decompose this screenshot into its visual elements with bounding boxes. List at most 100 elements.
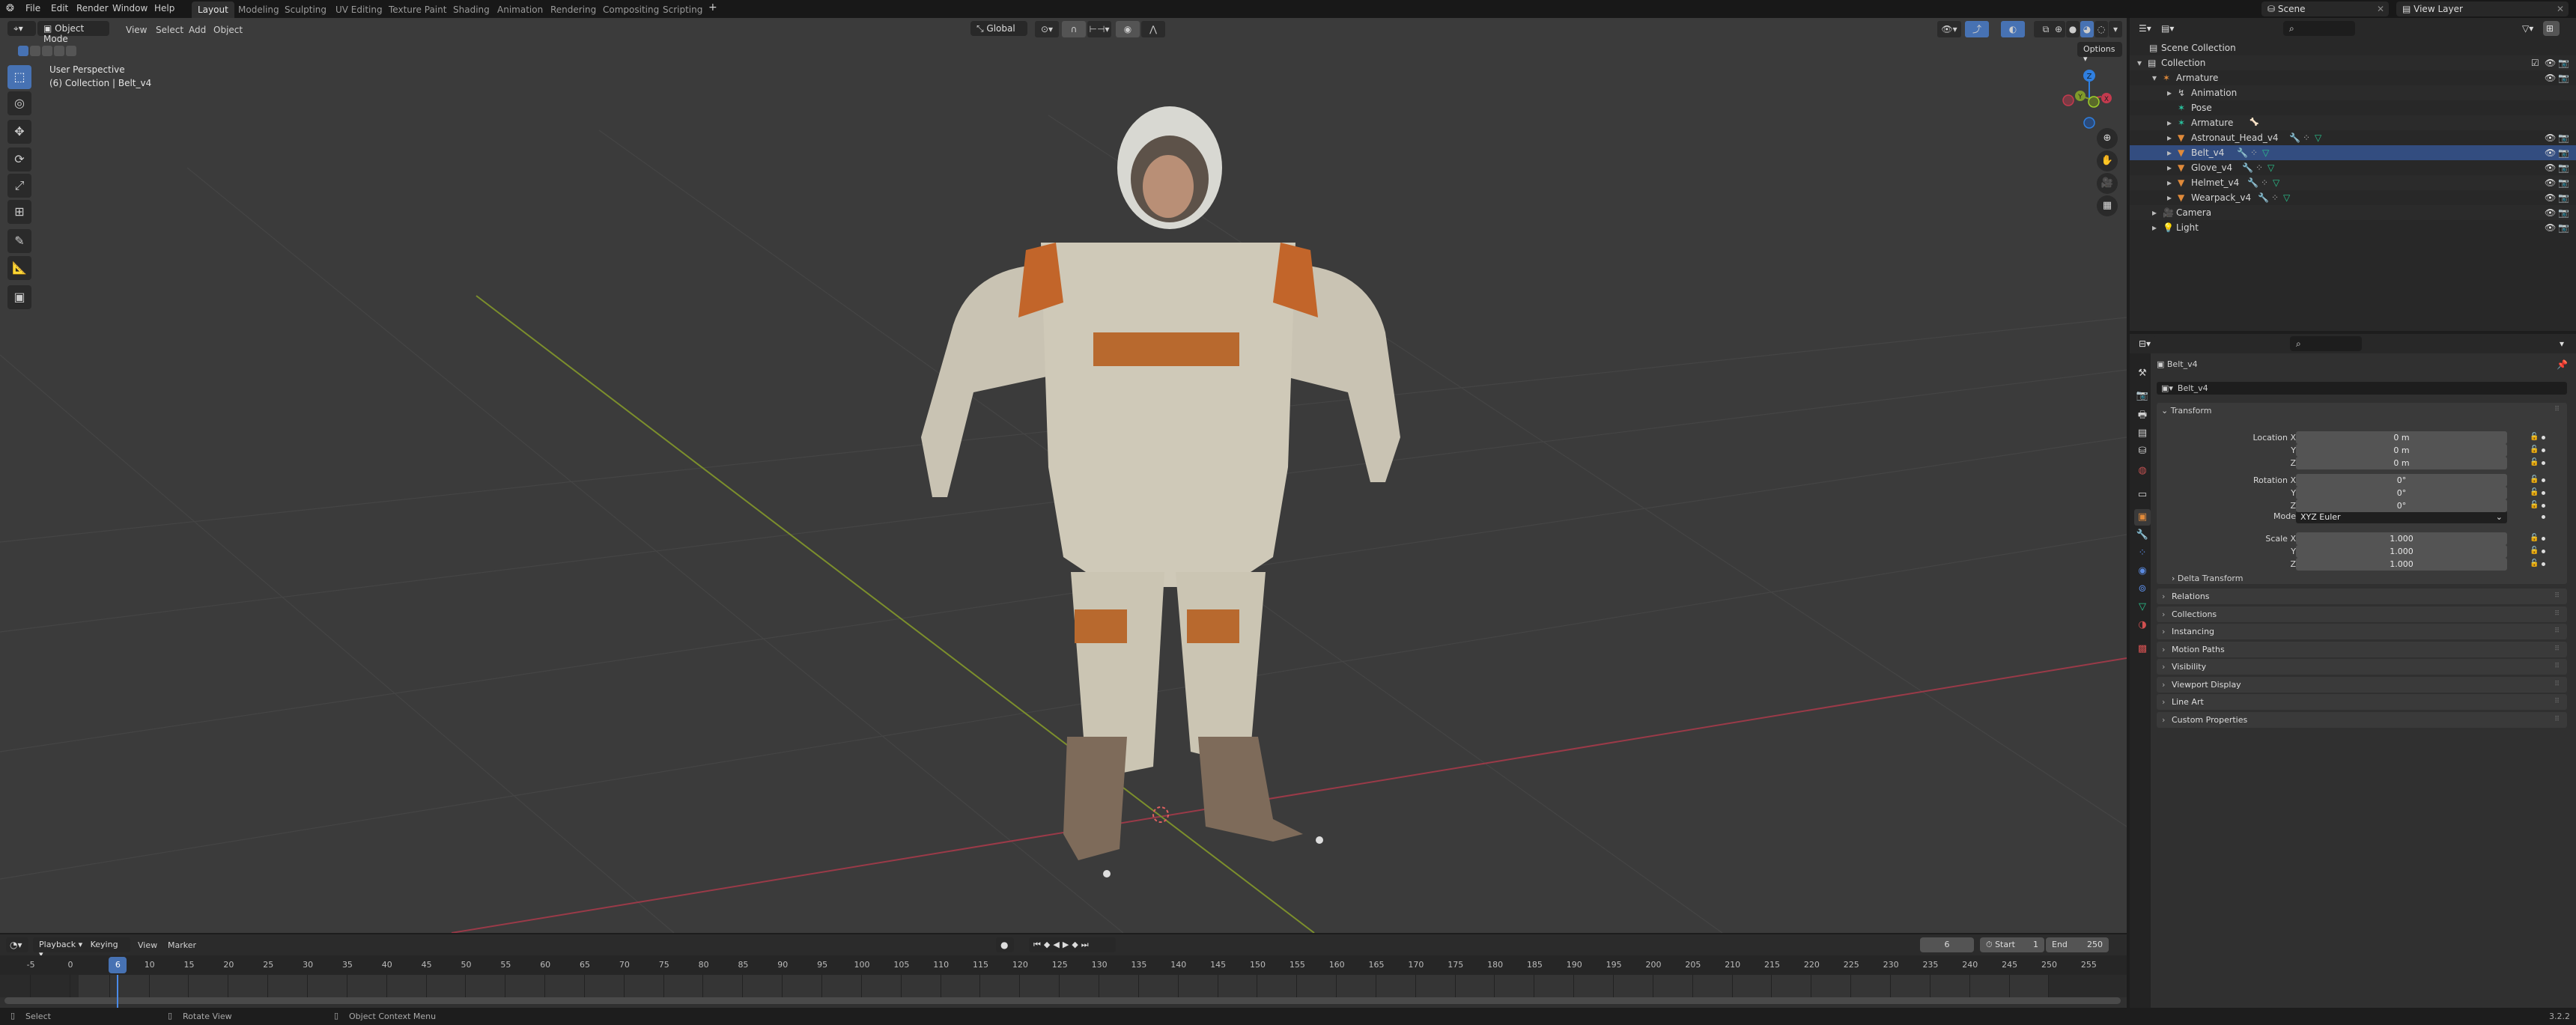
outliner-row[interactable]: ▸ 💡 Light 👁 📷: [2130, 220, 2576, 235]
keyframe-dot[interactable]: [2542, 504, 2545, 508]
transform-field[interactable]: 1.000: [2296, 558, 2507, 571]
solid-shading-icon[interactable]: ●: [2066, 21, 2080, 37]
tab-shading[interactable]: Shading: [447, 1, 496, 18]
eye-icon[interactable]: 👁: [2545, 55, 2556, 70]
drag-grip-icon[interactable]: ⠿: [2554, 642, 2560, 657]
mesh-data-icon[interactable]: ▽: [2315, 130, 2321, 145]
outliner-row[interactable]: ▸ ▼ Helmet_v4 🔧 ⁘ ▽ 👁 📷: [2130, 175, 2576, 190]
menu-view[interactable]: View: [126, 25, 147, 35]
transform-field[interactable]: 1.000: [2296, 545, 2507, 558]
navigation-gizmo[interactable]: Z Y X: [2052, 63, 2124, 138]
close-icon[interactable]: ✕: [2557, 4, 2564, 14]
menu-view[interactable]: View: [138, 940, 157, 950]
texture-tab-icon[interactable]: ▩: [2134, 641, 2151, 657]
playhead-frame-indicator[interactable]: 6: [109, 957, 127, 973]
render-camera-icon[interactable]: 📷: [2558, 220, 2569, 235]
tab-sculpting[interactable]: Sculpting: [279, 1, 332, 18]
ortho-grid-icon[interactable]: ▦: [2097, 195, 2118, 216]
tab-uv-editing[interactable]: UV Editing: [329, 1, 389, 18]
outliner-row[interactable]: ▸ ✶ Armature 🦴: [2130, 115, 2576, 130]
transform-field[interactable]: 0 m: [2296, 444, 2507, 457]
eye-icon[interactable]: 👁: [2545, 70, 2556, 85]
eye-icon[interactable]: 👁: [2545, 130, 2556, 145]
drag-grip-icon[interactable]: ⠿: [2554, 624, 2560, 639]
render-camera-icon[interactable]: 📷: [2558, 70, 2569, 85]
mesh-data-icon[interactable]: ▽: [2283, 190, 2290, 205]
eye-icon[interactable]: 👁: [2545, 205, 2556, 220]
lock-icon[interactable]: 🔓: [2530, 534, 2539, 542]
outliner-row[interactable]: ▸ ▼ Glove_v4 🔧 ⁘ ▽ 👁 📷: [2130, 160, 2576, 175]
transform-tool-icon[interactable]: ⊞: [7, 200, 31, 224]
rotate-tool-icon[interactable]: ⟳: [7, 147, 31, 171]
new-collection-icon[interactable]: ⊞: [2543, 21, 2560, 36]
menu-object[interactable]: Object: [213, 25, 243, 35]
physics-tab-icon[interactable]: ◉: [2134, 563, 2151, 580]
chevron-down-icon[interactable]: ▾: [2109, 21, 2122, 37]
lock-icon[interactable]: 🔓: [2530, 445, 2539, 454]
mesh-data-icon[interactable]: ▽: [2273, 175, 2279, 190]
end-frame-field[interactable]: End 250: [2046, 937, 2109, 952]
drag-grip-icon[interactable]: ⠿: [2554, 677, 2560, 693]
eye-icon[interactable]: 👁: [2545, 220, 2556, 235]
outliner-row[interactable]: ▸ ▼ Wearpack_v4 🔧 ⁘ ▽ 👁 📷: [2130, 190, 2576, 205]
panel-line-art[interactable]: › Line Art ⠿: [2157, 694, 2567, 710]
rendered-shading-icon[interactable]: ◌: [2094, 21, 2108, 37]
wireframe-shading-icon[interactable]: ⊕: [2052, 21, 2065, 37]
mode-selector[interactable]: ▣ Object Mode: [37, 21, 109, 44]
cursor-tool-icon[interactable]: ◎: [7, 91, 31, 115]
timeline-tracks[interactable]: [0, 975, 2127, 997]
drag-grip-icon[interactable]: ⠿: [2554, 606, 2560, 622]
3d-viewport[interactable]: ⌖▾ ▣ Object Mode View Select Add Object …: [0, 18, 2127, 933]
keyframe-dot[interactable]: [2542, 436, 2545, 439]
delta-transform-subpanel[interactable]: › Delta Transform: [2172, 574, 2243, 583]
overlays-icon[interactable]: ◐: [2001, 21, 2025, 37]
transform-field[interactable]: 0 m: [2296, 457, 2507, 469]
drag-grip-icon[interactable]: ⠿: [2554, 694, 2560, 710]
render-camera-icon[interactable]: 📷: [2558, 205, 2569, 220]
lock-icon[interactable]: 🔓: [2530, 559, 2539, 568]
modifier-icon[interactable]: 🔧: [2289, 130, 2300, 145]
scene-tab-icon[interactable]: ⛁: [2134, 443, 2151, 460]
menu-keying[interactable]: Keying: [91, 940, 118, 949]
panel-viewport-display[interactable]: › Viewport Display ⠿: [2157, 676, 2567, 693]
modifier-icon[interactable]: 🔧: [2247, 175, 2258, 190]
mesh-data-tab-icon[interactable]: ▽: [2134, 599, 2151, 615]
bone-icon[interactable]: 🦴: [2250, 115, 2258, 130]
pan-hand-icon[interactable]: ✋: [2097, 150, 2118, 171]
transform-field[interactable]: 0°: [2296, 499, 2507, 512]
gizmo-neg-y[interactable]: [2088, 96, 2100, 108]
vertex-groups-icon[interactable]: ⁘: [2303, 130, 2310, 145]
drag-grip-icon[interactable]: ⠿: [2554, 406, 2560, 413]
lock-icon[interactable]: 🔓: [2530, 433, 2539, 441]
snap-magnet-icon[interactable]: ∩: [1062, 21, 1086, 37]
outliner-row[interactable]: ▾ ▤ Collection ☑ 👁 📷: [2130, 55, 2576, 70]
material-tab-icon[interactable]: ◑: [2134, 617, 2151, 633]
outliner-row[interactable]: ▸ ▼ Astronaut_Head_v4 🔧 ⁘ ▽ 👁 📷: [2130, 130, 2576, 145]
modifier-tab-icon[interactable]: 🔧: [2134, 527, 2151, 544]
tab-layout[interactable]: Layout: [192, 1, 234, 18]
select-invert-icon[interactable]: [54, 46, 64, 56]
expand-toggle-icon[interactable]: ▸: [2167, 190, 2172, 205]
lock-icon[interactable]: 🔓: [2530, 501, 2539, 509]
current-frame-field[interactable]: 6: [1920, 937, 1974, 952]
tab-scripting[interactable]: Scripting: [657, 1, 708, 18]
expand-toggle-icon[interactable]: ▸: [2167, 145, 2172, 160]
expand-toggle-icon[interactable]: ▸: [2167, 85, 2172, 100]
jump-end-icon[interactable]: ⏭: [1081, 940, 1092, 949]
vertex-groups-icon[interactable]: ⁘: [2271, 190, 2279, 205]
timeline-scrollbar[interactable]: [4, 997, 2121, 1004]
keyframe-dot[interactable]: [2542, 515, 2545, 519]
collection-tab-icon[interactable]: ▭: [2134, 487, 2151, 503]
annotate-tool-icon[interactable]: ✎: [7, 229, 31, 253]
drag-grip-icon[interactable]: ⠿: [2554, 659, 2560, 675]
add-cube-tool-icon[interactable]: ▣: [7, 285, 31, 309]
expand-toggle-icon[interactable]: ▾: [2137, 55, 2142, 70]
next-keyframe-icon[interactable]: ◆: [1072, 940, 1081, 949]
astronaut-model[interactable]: [921, 106, 1400, 878]
menu-select[interactable]: Select: [156, 25, 183, 35]
render-camera-icon[interactable]: 📷: [2558, 130, 2569, 145]
select-extend-icon[interactable]: [30, 46, 40, 56]
expand-toggle-icon[interactable]: ▸: [2152, 220, 2157, 235]
outliner-row[interactable]: ▾ ✶ Armature 👁 📷: [2130, 70, 2576, 85]
panel-collections[interactable]: › Collections ⠿: [2157, 606, 2567, 622]
